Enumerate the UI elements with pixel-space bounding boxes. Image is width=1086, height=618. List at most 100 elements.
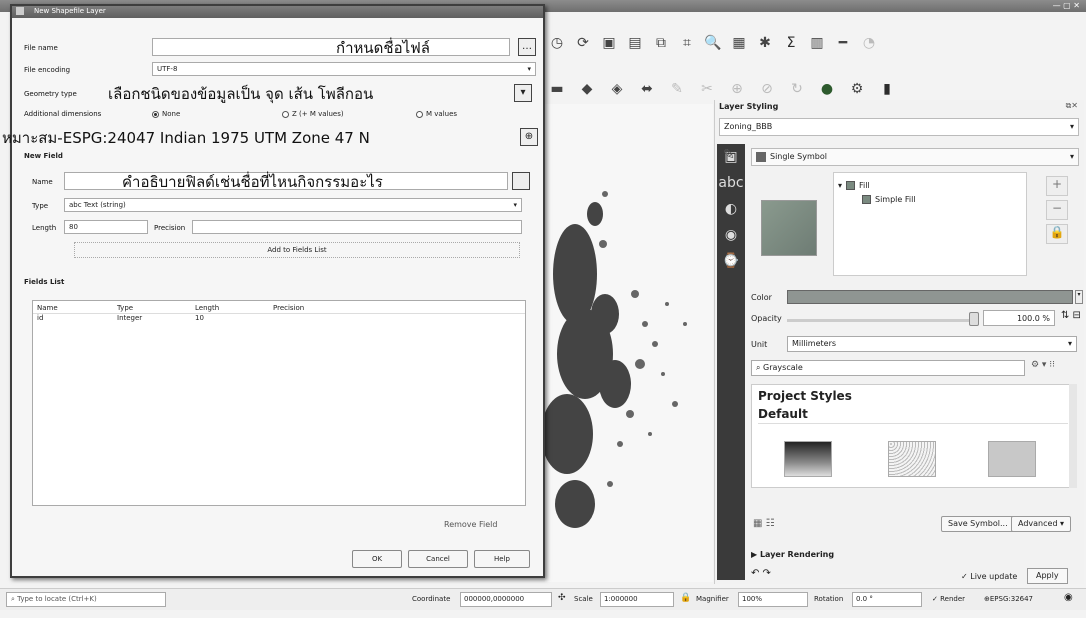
add-layer-icon[interactable]: ▣ — [600, 34, 618, 52]
layer-selector[interactable]: Zoning_BBB ▾ — [719, 118, 1079, 136]
vertex-tool-icon[interactable]: ◆ — [578, 80, 596, 98]
identify-icon[interactable]: 🔍 — [704, 34, 722, 52]
radio-m[interactable]: M values — [416, 110, 457, 118]
select-crs-icon[interactable]: ⊕ — [520, 128, 538, 146]
locator-search-input[interactable]: ⌕ Type to locate (Ctrl+K) — [6, 592, 166, 607]
ok-button[interactable]: OK — [352, 550, 402, 568]
crs-button[interactable]: ⊕EPSG:32647 — [984, 595, 1033, 603]
unit-selector[interactable]: Millimeters ▾ — [787, 336, 1077, 352]
magnifier-spinbox[interactable]: 100% — [738, 592, 808, 607]
col-header-name[interactable]: Name — [37, 304, 58, 312]
extents-icon[interactable]: ✣ — [558, 593, 566, 603]
split-icon[interactable]: ✂ — [698, 80, 716, 98]
globe-icon[interactable]: ● — [818, 80, 836, 98]
messages-icon[interactable]: ◉ — [1064, 592, 1073, 603]
edit-tool-icon[interactable]: ✎ — [668, 80, 686, 98]
toolbar-row-2: ▬ ◆ ◈ ⬌ ✎ ✂ ⊕ ⊘ ↻ ● ⚙ ▮ — [548, 76, 968, 102]
chevron-down-icon: ▾ — [527, 65, 531, 73]
deselect-icon[interactable]: ⌗ — [678, 34, 696, 52]
style-swatch-dots[interactable] — [888, 441, 936, 477]
merge-icon[interactable]: ⊕ — [728, 80, 746, 98]
browse-file-button[interactable]: … — [518, 38, 536, 56]
refresh-icon[interactable]: ⟳ — [574, 34, 592, 52]
save-symbol-button[interactable]: Save Symbol... — [941, 516, 1015, 532]
settings-gear-icon[interactable]: ✱ — [756, 34, 774, 52]
rotation-spinbox[interactable]: 0.0 ° — [852, 592, 922, 607]
field-length-label: Length — [32, 224, 57, 232]
col-header-precision[interactable]: Precision — [273, 304, 304, 312]
style-swatch-gradient[interactable] — [784, 441, 832, 477]
layer-rendering-section[interactable]: ▶ Layer Rendering — [751, 550, 834, 559]
lock-icon[interactable]: 🔒 — [1046, 224, 1068, 244]
reshape-icon[interactable]: ⊘ — [758, 80, 776, 98]
3d-view-tab-icon[interactable]: ◉ — [717, 222, 745, 248]
field-length-input[interactable]: 80 — [64, 220, 148, 234]
window-controls[interactable]: — ▢ ✕ — [1053, 1, 1080, 10]
undo-redo-icon[interactable]: ↶ ↷ — [751, 568, 771, 579]
search-icon: ⌕ — [756, 363, 764, 372]
field-precision-input[interactable] — [192, 220, 522, 234]
add-to-fields-button[interactable]: Add to Fields List — [74, 242, 520, 258]
tips-icon[interactable]: ◔ — [860, 34, 878, 52]
masks-tab-icon[interactable]: ◐ — [717, 196, 745, 222]
file-name-input[interactable] — [152, 38, 510, 56]
render-checkbox[interactable]: ✓ Render — [932, 595, 965, 603]
fields-list-heading: Fields List — [24, 278, 65, 286]
style-library-options-icon[interactable]: ⚙ ▾ ⁝⁝ — [1031, 360, 1055, 370]
radio-z-m[interactable]: Z (+ M values) — [282, 110, 344, 118]
digitize-icon[interactable]: ▬ — [548, 80, 566, 98]
col-header-type[interactable]: Type — [117, 304, 133, 312]
select-icon[interactable]: ▤ — [626, 34, 644, 52]
apply-button[interactable]: Apply — [1027, 568, 1068, 584]
measure-icon[interactable]: ━ — [834, 34, 852, 52]
move-feature-icon[interactable]: ⬌ — [638, 80, 656, 98]
opacity-slider-handle[interactable] — [969, 312, 979, 326]
field-name-label: Name — [32, 178, 53, 186]
fields-table: Name Type Length Precision id Integer 10 — [32, 300, 526, 506]
table-icon[interactable]: ▥ — [808, 34, 826, 52]
opacity-spinbox[interactable]: 100.0 % — [983, 310, 1055, 326]
data-defined-override-icon[interactable]: ⇅ ⊟ — [1061, 310, 1081, 321]
history-tab-icon[interactable]: ⌚ — [717, 248, 745, 274]
lock-scale-icon[interactable]: 🔒 — [680, 593, 691, 603]
clock-icon[interactable]: ◷ — [548, 34, 566, 52]
map-canvas[interactable] — [545, 104, 713, 582]
live-update-checkbox[interactable]: ✓ Live update — [961, 572, 1017, 581]
renderer-selector[interactable]: Single Symbol ▾ — [751, 148, 1079, 166]
list-view-icon[interactable]: ▦ ☷ — [753, 518, 775, 529]
geometry-type-dropdown[interactable]: ▾ — [514, 84, 532, 102]
labels-tab-icon[interactable]: abc — [717, 170, 745, 196]
advanced-button[interactable]: Advanced ▾ — [1011, 516, 1072, 532]
color-menu-button[interactable]: ▾ — [1075, 290, 1083, 304]
style-library-scrollbar[interactable] — [1069, 384, 1077, 488]
copy-layer-icon[interactable]: ⧉ — [652, 34, 670, 52]
style-search-input[interactable]: ⌕ Grayscale — [751, 360, 1025, 376]
book-icon[interactable]: ▮ — [878, 80, 896, 98]
help-button[interactable]: Help — [474, 550, 530, 568]
tree-item-fill[interactable]: ▾ Fill — [838, 181, 870, 190]
remove-field-button[interactable]: Remove Field — [444, 520, 497, 529]
file-encoding-label: File encoding — [24, 66, 71, 74]
coordinate-field[interactable]: 000000,0000000 — [460, 592, 552, 607]
sum-icon[interactable]: Σ — [782, 34, 800, 52]
col-header-length[interactable]: Length — [195, 304, 219, 312]
remove-symbol-layer-icon[interactable]: − — [1046, 200, 1068, 220]
scale-combo[interactable]: 1:000000 — [600, 592, 674, 607]
add-feature-icon[interactable]: ◈ — [608, 80, 626, 98]
field-name-extra-button[interactable] — [512, 172, 530, 190]
plugin-icon[interactable]: ⚙ — [848, 80, 866, 98]
opacity-slider[interactable] — [787, 319, 973, 322]
radio-none[interactable]: None — [152, 110, 180, 118]
file-encoding-combo[interactable]: UTF-8 ▾ — [152, 62, 536, 76]
tree-item-simple-fill[interactable]: Simple Fill — [862, 195, 916, 204]
color-button[interactable] — [787, 290, 1073, 304]
rotate-icon[interactable]: ↻ — [788, 80, 806, 98]
attribute-table-icon[interactable]: ▦ — [730, 34, 748, 52]
style-swatch-gray[interactable] — [988, 441, 1036, 477]
symbol-layer-buttons: + − 🔒 — [1033, 172, 1081, 276]
cancel-button[interactable]: Cancel — [408, 550, 468, 568]
file-name-label: File name — [24, 44, 58, 52]
dock-float-close-icon[interactable]: ⧉✕ — [1066, 101, 1078, 111]
add-symbol-layer-icon[interactable]: + — [1046, 176, 1068, 196]
field-type-combo[interactable]: abc Text (string) ▾ — [64, 198, 522, 212]
